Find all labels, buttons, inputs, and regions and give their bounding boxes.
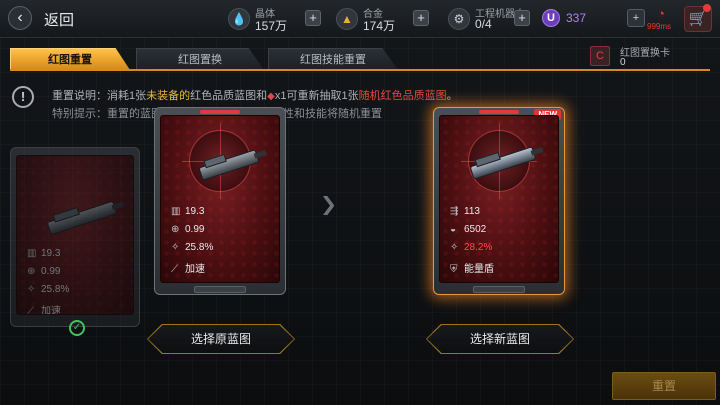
chevron-left-icon: ‹ (17, 9, 23, 26)
stat-accuracy: ⊕ 0.99 (171, 224, 205, 235)
crit-icon: ✧ (450, 242, 459, 253)
swap-card-label: 红图置换卡 (620, 48, 670, 59)
robot-value: 0/4 (475, 17, 492, 31)
tab-underline (10, 69, 710, 71)
shield-icon: ◒ (450, 224, 457, 235)
cart-icon: 🛒 (688, 10, 708, 27)
desc-unequipped: 未装备的 (146, 90, 191, 102)
stat-accuracy: ⊕ 0.99 (27, 266, 61, 277)
speed-icon: ⟋ (171, 264, 178, 275)
alloy-icon: ▲ (336, 8, 358, 30)
select-new-button[interactable]: 选择新蓝图 (426, 324, 574, 354)
stat-shield: ◒ 6502 (450, 224, 487, 235)
reset-description: 重置说明：消耗1张未装备的红色品质蓝图和◆x1可重新抽取1张随机红色品质蓝图。 (52, 87, 458, 103)
select-original-label: 选择原蓝图 (148, 325, 294, 353)
add-crystal-button[interactable]: + (305, 10, 321, 26)
crystal-icon: 💧 (228, 8, 250, 30)
select-original-button[interactable]: 选择原蓝图 (147, 324, 295, 354)
tab-red-skill-reset[interactable]: 红图技能重置 (268, 48, 398, 70)
crosshair-icon: ⊕ (171, 224, 180, 235)
stat-crit: ✧ 25.8% (171, 242, 214, 253)
energy-shield-icon: ⛨ (450, 264, 458, 275)
stat-damage: ⇶ 113 (450, 206, 480, 217)
notification-dot (703, 4, 711, 12)
gun-icon (46, 200, 118, 236)
stat-skill: ⟋ 加速 (171, 264, 205, 275)
page-title: 返回 (44, 12, 75, 29)
robot-icon: ⚙ (448, 8, 470, 30)
desc-suffix: 。 (446, 90, 458, 102)
select-new-label: 选择新蓝图 (427, 325, 573, 353)
desc-mid: 红色品质蓝图和 (190, 90, 268, 102)
desc-prefix: 重置说明：消耗1张 (52, 90, 147, 102)
back-button[interactable]: ‹ (8, 6, 32, 30)
premium-currency-value: 337 (566, 11, 587, 25)
tab-red-reset[interactable]: 红图重置 (10, 48, 130, 70)
stat-skill: ⟋ 加速 (27, 306, 61, 315)
ammo-icon: ▥ (171, 206, 181, 217)
info-icon: ! (12, 86, 34, 108)
add-alloy-button[interactable]: + (413, 10, 429, 26)
top-bar: ‹ 返回 💧 晶体 157万 + ▲ 合金 174万 + ⚙ 工程机器人 0/4… (0, 0, 720, 38)
original-blueprint-card[interactable]: ▥ 19.3 ⊕ 0.99 ✧ 25.8% ⟋ 加速 (154, 107, 286, 295)
reset-button[interactable]: 重置 (612, 372, 716, 400)
tab-red-swap[interactable]: 红图置换 (136, 48, 264, 70)
premium-currency-icon: U (542, 9, 560, 27)
swap-card-value: 0 (620, 57, 626, 68)
ping-value: 999ms (647, 22, 672, 31)
stat-crit: ✧ 25.8% (27, 284, 70, 295)
crit-icon: ✧ (171, 242, 180, 253)
swap-card-icon: C (590, 46, 610, 66)
stat-crit: ✧ 28.2% (450, 242, 493, 253)
desc-mid2: 可重新抽取1张 (286, 90, 359, 102)
alloy-value: 174万 (363, 19, 396, 33)
stat-damage: ▥ 19.3 (171, 206, 205, 217)
stat-damage: ▥ 19.3 (27, 248, 61, 259)
check-icon: ✓ (69, 320, 85, 336)
add-robot-button[interactable]: + (514, 10, 530, 26)
previous-blueprint-card: ▥ 19.3 ⊕ 0.99 ✧ 25.8% ⟋ 加速 (10, 147, 140, 327)
missile-icon: ⇶ (450, 206, 459, 217)
stat-skill: ⛨ 能量盾 (450, 264, 494, 275)
card-icon-inline: ◆ (267, 91, 275, 102)
add-premium-button[interactable]: + (627, 9, 645, 27)
new-blueprint-card[interactable]: NEW ⇶113 ◒6502 ✧28.2% ⛨能量盾 (433, 107, 565, 295)
crystal-value: 157万 (255, 19, 288, 33)
wifi-icon: ◔ (657, 6, 665, 21)
desc-random-red: 随机红色品质蓝图 (358, 90, 447, 102)
desc-count: x1 (274, 90, 287, 102)
